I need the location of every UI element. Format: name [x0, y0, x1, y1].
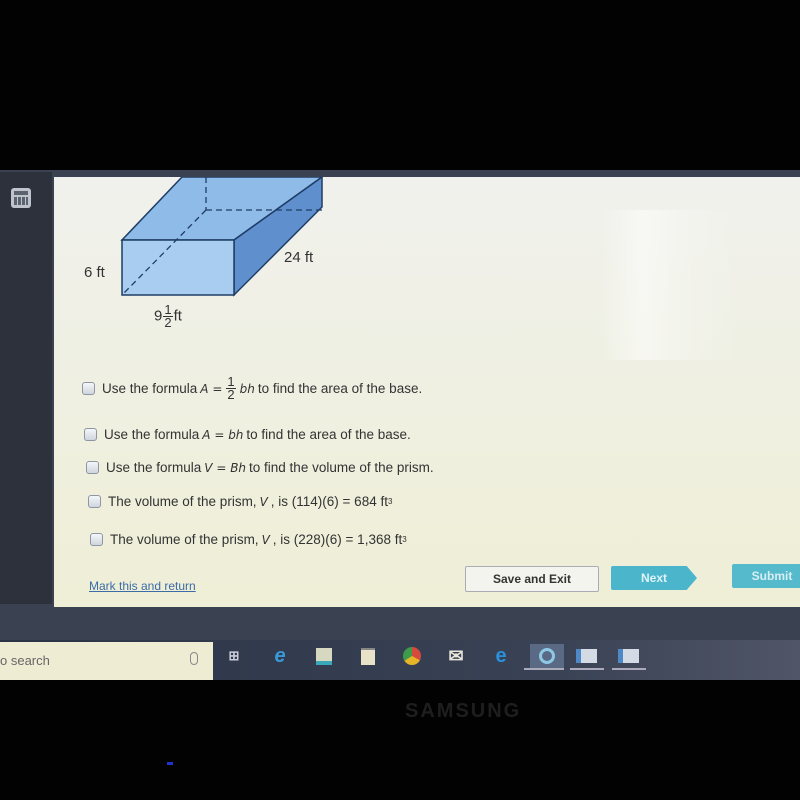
fraction-denominator: 2 [164, 315, 172, 330]
edge-icon[interactable]: e [489, 644, 513, 668]
option-text: The volume of the prism, [108, 494, 257, 509]
height-label: 6 ft [84, 264, 105, 281]
width-unit: ft [173, 307, 182, 325]
option-text: to find the area of the base. [246, 427, 411, 442]
formula: V [261, 532, 270, 547]
prism-front-face [121, 239, 235, 296]
formula: V [259, 494, 268, 509]
width-fraction: 12 [163, 303, 173, 330]
checkbox[interactable] [86, 461, 99, 474]
window-icon[interactable] [616, 644, 640, 668]
mark-and-return-link[interactable]: Mark this and return [89, 579, 196, 593]
internet-explorer-icon[interactable]: e [268, 644, 292, 668]
option-text: to find the volume of the prism. [249, 460, 434, 475]
power-led [167, 762, 173, 765]
file-explorer-icon[interactable] [312, 644, 336, 668]
microphone-icon[interactable] [190, 652, 198, 665]
tool-sidebar [0, 172, 52, 604]
fraction-denominator: 2 [227, 387, 235, 402]
open-indicator [570, 668, 604, 670]
exponent: 3 [402, 535, 407, 544]
option-text: , is (114)(6) = 684 ft [270, 494, 388, 509]
chrome-icon[interactable] [400, 644, 424, 668]
window-icon[interactable] [574, 644, 598, 668]
bezel-brand-logo: SAMSUNG [405, 700, 522, 722]
active-app-icon[interactable] [530, 644, 564, 668]
formula: A = bh [202, 427, 244, 442]
checkbox[interactable] [84, 428, 97, 441]
search-placeholder: o search [0, 653, 50, 668]
save-and-exit-button[interactable]: Save and Exit [465, 566, 599, 592]
task-view-icon[interactable]: ⊞ [222, 644, 246, 668]
answer-option[interactable]: The volume of the prism, V , is (228)(6)… [90, 532, 407, 547]
exponent: 3 [387, 497, 393, 506]
prism-diagram [120, 177, 324, 297]
answer-option[interactable]: Use the formula A = bh to find the area … [84, 427, 411, 442]
width-label: 9 1 2 ft [154, 303, 182, 330]
checkbox[interactable] [82, 382, 95, 395]
formula: A = [200, 381, 223, 396]
checkbox[interactable] [90, 533, 103, 546]
store-icon[interactable] [356, 644, 380, 668]
submit-button[interactable]: Submit [732, 564, 800, 588]
answer-option[interactable]: Use the formula A = 12 bh to find the ar… [82, 375, 423, 402]
formula: bh [239, 381, 255, 396]
option-text: The volume of the prism, [110, 532, 259, 547]
formula: V = Bh [204, 460, 247, 475]
option-text: to find the area of the base. [257, 381, 423, 396]
option-text: Use the formula [102, 381, 198, 396]
width-whole: 9 [154, 307, 163, 325]
option-text: Use the formula [106, 460, 202, 475]
option-text: Use the formula [104, 427, 200, 442]
answer-option[interactable]: Use the formula V = Bh to find the volum… [86, 460, 434, 475]
answer-option[interactable]: The volume of the prism, V , is (114)(6)… [88, 494, 392, 509]
formula-fraction: 12 [226, 375, 236, 402]
active-indicator [524, 668, 564, 670]
option-text: , is (228)(6) = 1,368 ft [272, 532, 403, 547]
length-label: 24 ft [284, 249, 314, 266]
calculator-icon[interactable] [11, 188, 31, 208]
open-indicator [612, 668, 646, 670]
mail-icon[interactable]: ✉ [444, 644, 468, 668]
checkbox[interactable] [88, 495, 101, 508]
next-button[interactable]: Next [611, 566, 697, 590]
